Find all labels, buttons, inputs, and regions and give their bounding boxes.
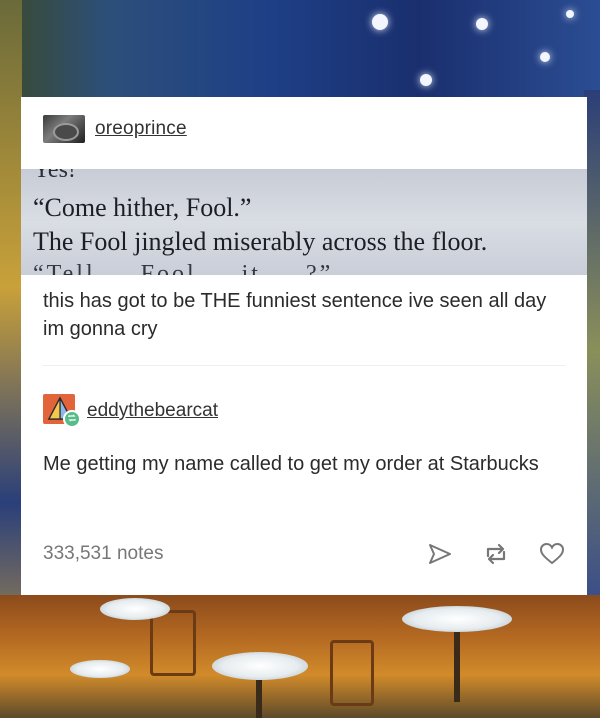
star (566, 10, 574, 18)
star (420, 74, 432, 86)
reblog-author-link[interactable]: eddythebearcat (87, 400, 218, 422)
table-leg (256, 680, 262, 718)
star (476, 18, 488, 30)
cafe-table (402, 606, 512, 632)
cafe-chair (330, 640, 374, 706)
cafe-chair (150, 610, 196, 676)
reblog-avatar[interactable] (43, 394, 83, 428)
reblog-badge-icon (63, 410, 81, 428)
book-text-line: “Come hither, Fool.” (33, 193, 252, 222)
post-header: oreoprince (43, 115, 187, 143)
post-actions (427, 542, 565, 566)
star (540, 52, 550, 62)
notes-count[interactable]: 333,531 notes (43, 543, 163, 565)
cafe-terrace-ground (0, 595, 600, 718)
post-caption: this has got to be THE funniest sentence… (43, 290, 547, 340)
reblog-comment: Me getting my name called to get my orde… (43, 453, 539, 475)
book-text-cut-top: Yes! (33, 169, 76, 183)
avatar[interactable] (43, 115, 85, 143)
like-icon[interactable] (539, 542, 565, 566)
book-text-line: The Fool jingled miserably across the fl… (33, 227, 488, 256)
night-sky (0, 0, 600, 100)
cafe-table (70, 660, 130, 678)
reblog-icon[interactable] (483, 542, 509, 566)
reblog-header: eddythebearcat (43, 394, 218, 428)
tumblr-post-card: oreoprince Yes! “Come hither, Fool.” The… (21, 97, 587, 595)
divider (43, 365, 565, 366)
cafe-table (212, 652, 308, 680)
post-author-link[interactable]: oreoprince (95, 118, 187, 140)
post-footer: 333,531 notes (43, 539, 565, 569)
cafe-table (100, 598, 170, 620)
table-leg (454, 632, 460, 702)
share-icon[interactable] (427, 543, 453, 565)
book-text-cut-bottom: “Tell … Fool … it … ?” (33, 261, 334, 275)
star (372, 14, 388, 30)
book-page-photo: Yes! “Come hither, Fool.” The Fool jingl… (21, 169, 587, 275)
